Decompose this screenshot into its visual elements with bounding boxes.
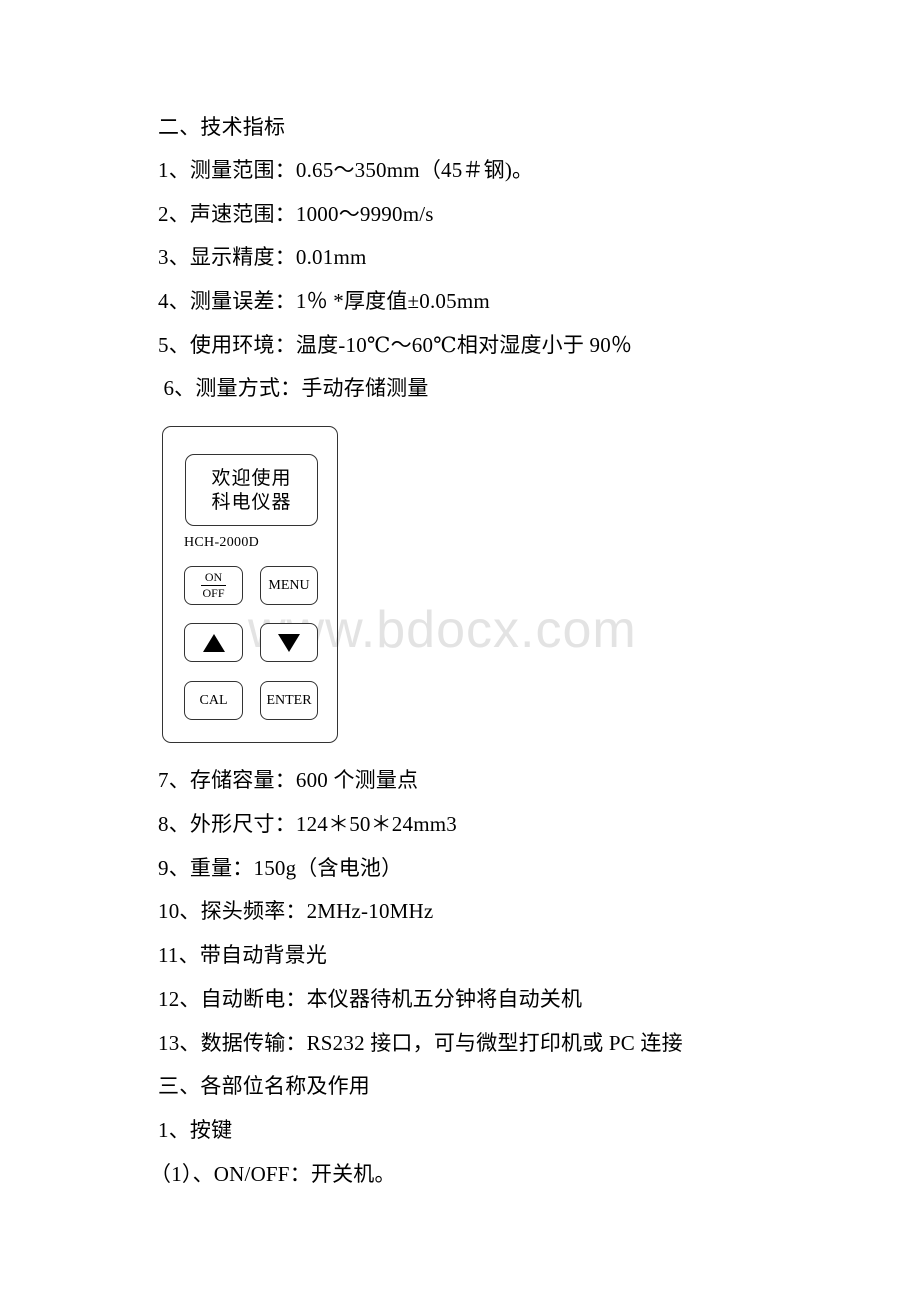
spec-item-measuring-range: 1、测量范围：0.65～350mm（45＃钢)。 [158,158,534,182]
menu-key-label: MENU [268,577,310,593]
up-key [184,623,243,662]
section-heading-technical-specs: 二、技术指标 [158,115,286,139]
down-arrow-icon [278,633,300,652]
subheading-keys: 1、按键 [158,1118,233,1142]
menu-key: MENU [260,566,318,605]
key-description-on-off: （1）、ON/OFF：开关机。 [150,1162,396,1186]
spec-item-display-resolution: 3、显示精度：0.01mm [158,245,367,269]
down-key [260,623,318,662]
spec-item-probe-frequency: 10、探头频率：2MHz-10MHz [158,899,434,923]
spec-item-dimensions: 8、外形尺寸：124＊50＊24mm3 [158,812,457,836]
cal-key-label: CAL [199,692,228,708]
device-front-panel-diagram: 欢迎使用 科电仪器 HCH-2000D ON OFF MENU CAL ENTE… [162,426,338,743]
spec-item-data-transfer: 13、数据传输：RS232 接口，可与微型打印机或 PC 连接 [158,1031,683,1055]
spec-item-sound-velocity-range: 2、声速范围：1000～9990m/s [158,202,434,226]
enter-key-label: ENTER [266,692,312,708]
on-off-key: ON OFF [184,566,243,605]
spec-item-operating-environment: 5、使用环境：温度-10℃～60℃相对湿度小于 90％ [158,333,633,357]
off-label: OFF [202,586,225,600]
spec-item-weight: 9、重量：150g（含电池） [158,856,403,880]
spec-item-measurement-error: 4、测量误差：1％ *厚度值±0.05mm [158,289,490,313]
on-label: ON [200,571,227,586]
spec-item-backlight: 11、带自动背景光 [158,943,328,967]
up-arrow-icon [202,633,225,652]
screen-line-1: 欢迎使用 [211,467,292,489]
screen-line-2: 科电仪器 [211,491,292,513]
spec-item-storage-capacity: 7、存储容量：600 个测量点 [158,768,419,792]
spec-item-auto-power-off: 12、自动断电：本仪器待机五分钟将自动关机 [158,987,583,1011]
enter-key: ENTER [260,681,318,720]
section-heading-parts-and-functions: 三、各部位名称及作用 [158,1074,370,1098]
spec-item-measurement-mode: 6、测量方式：手动存储测量 [158,376,429,400]
cal-key: CAL [184,681,243,720]
device-model-label: HCH-2000D [184,535,260,550]
device-screen: 欢迎使用 科电仪器 [185,454,318,526]
